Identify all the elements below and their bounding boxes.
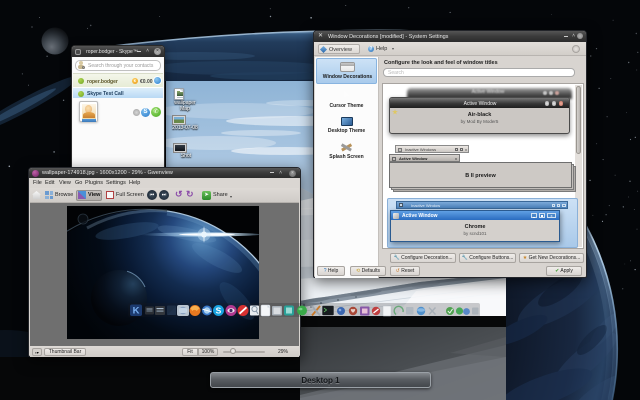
svg-text:S: S	[216, 306, 222, 316]
svg-text:K: K	[133, 306, 140, 317]
